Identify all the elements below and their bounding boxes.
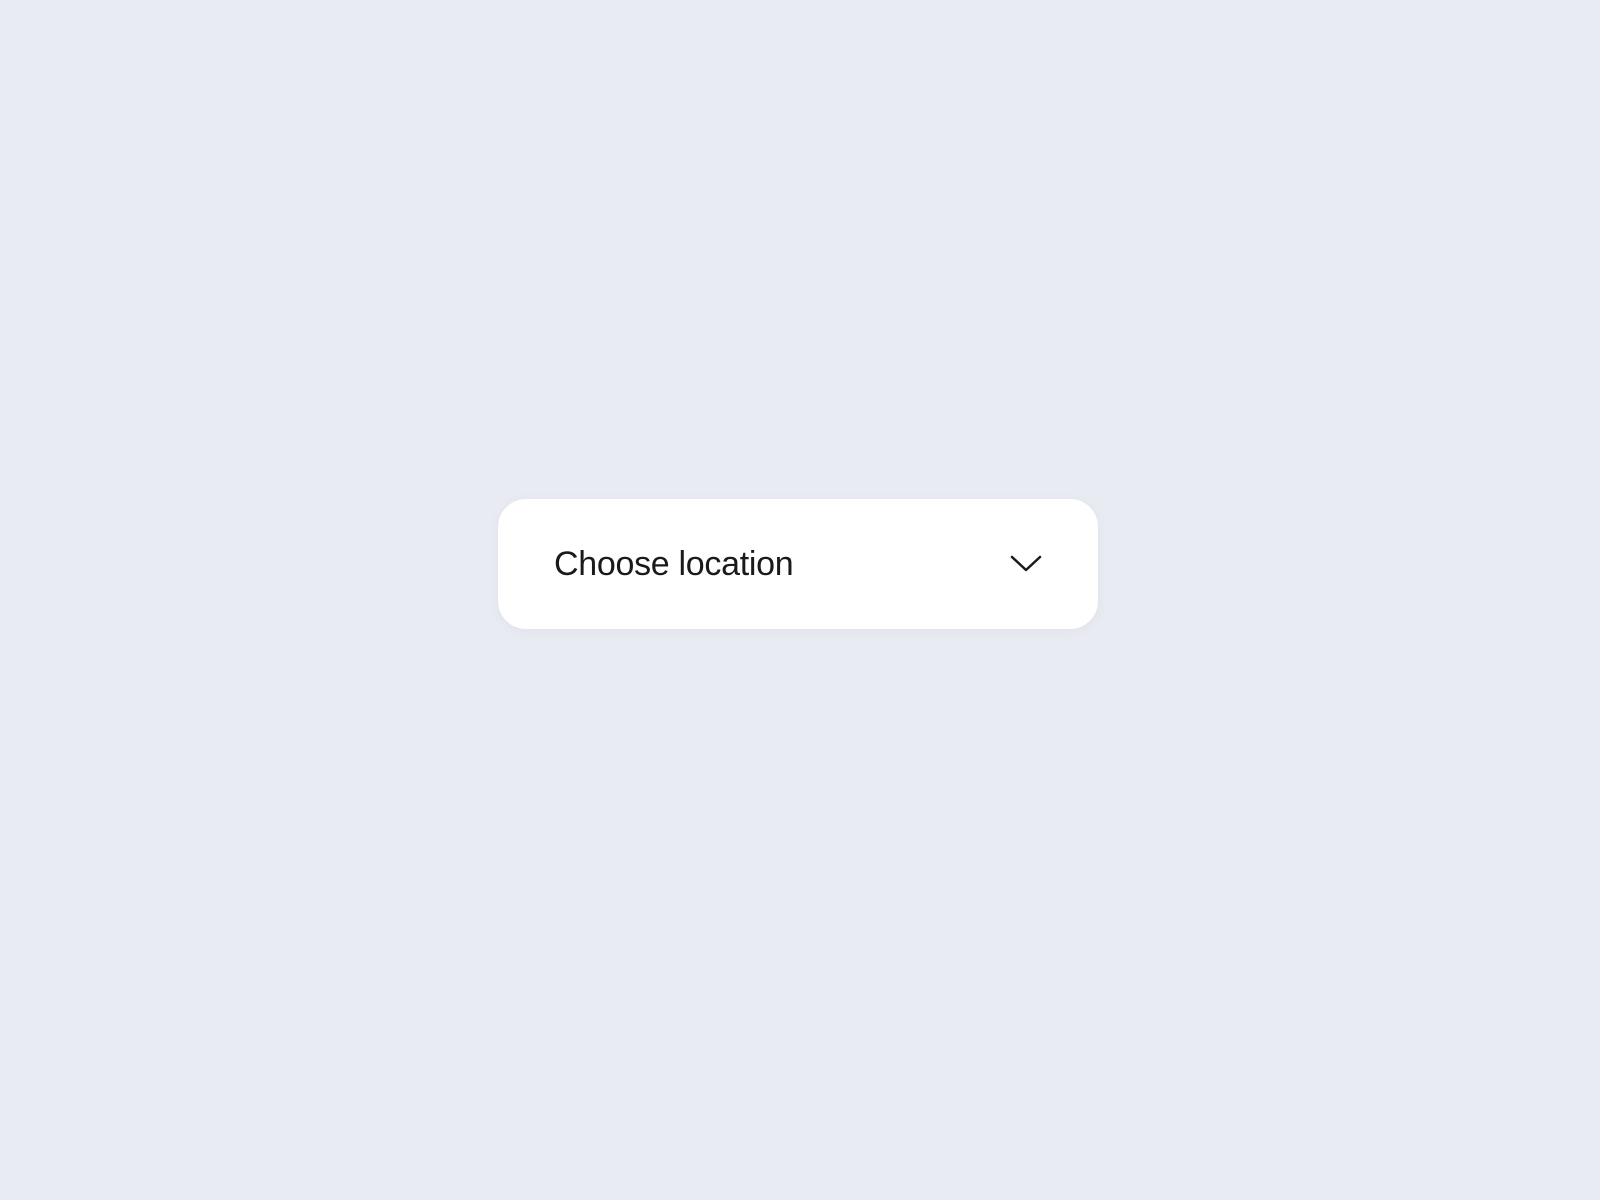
chevron-down-icon [1010,554,1042,574]
dropdown-label: Choose location [554,545,793,584]
location-dropdown[interactable]: Choose location [498,499,1098,629]
